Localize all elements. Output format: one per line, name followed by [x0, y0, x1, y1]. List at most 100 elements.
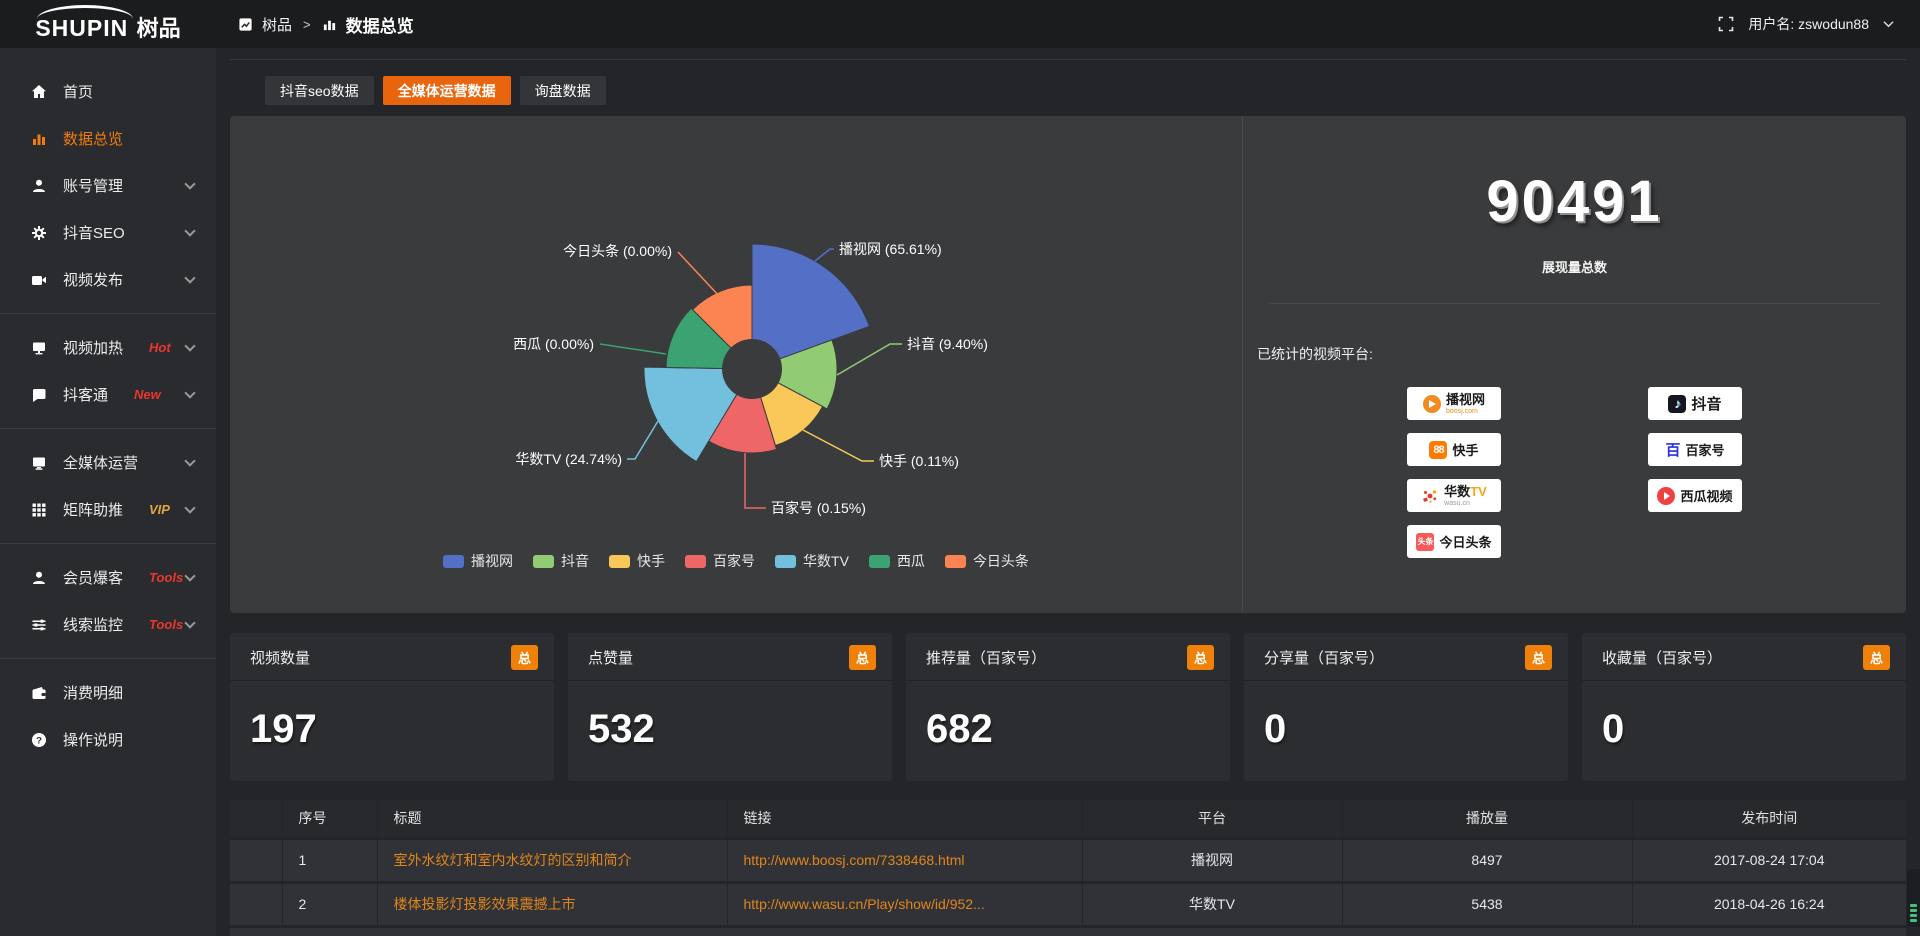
row-plays: 5438	[1342, 882, 1632, 926]
sidebar-item-label: 操作说明	[63, 729, 123, 750]
platform-badges: 播视网boosj.com 88 快手 华数TVwasu.cn 头条 今日头条 ♪	[1243, 387, 1906, 587]
breadcrumb-chart-icon	[322, 17, 337, 32]
question-circle-icon: ?	[30, 732, 47, 748]
platform-badge-xigua[interactable]: 西瓜视频	[1648, 479, 1742, 512]
breadcrumb-root[interactable]: 树品	[262, 14, 292, 35]
legend-item[interactable]: 华数TV	[775, 551, 849, 571]
stat-card-value: 0	[1582, 681, 1906, 752]
monitor-icon	[30, 340, 47, 356]
chevron-down-icon	[184, 617, 195, 628]
row-title-link[interactable]: 室外水纹灯和室内水纹灯的区别和简介	[377, 838, 727, 882]
home-icon	[30, 84, 47, 100]
total-badge[interactable]: 总	[1525, 645, 1552, 670]
user-menu-chevron-down-icon[interactable]	[1883, 20, 1894, 28]
row-platform: 华数TV	[1082, 882, 1342, 926]
tab-douyin-seo-data[interactable]: 抖音seo数据	[265, 76, 374, 105]
sidebar-item-label: 抖音SEO	[63, 222, 125, 243]
fullscreen-icon[interactable]	[1718, 16, 1734, 32]
sidebar-item-matrix-boost[interactable]: 矩阵助推 VIP	[0, 486, 216, 533]
grid-icon	[30, 502, 47, 518]
videos-table: 序号 标题 链接 平台 播放量 发布时间 1 室外水纹灯和室内水纹灯的区别和简介…	[230, 800, 1906, 936]
tools-badge: Tools	[149, 617, 183, 632]
sidebar-item-omnimedia-operation[interactable]: 全媒体运营	[0, 439, 216, 486]
breadcrumb-separator: >	[303, 17, 311, 32]
platform-badge-boshiwang[interactable]: 播视网boosj.com	[1407, 387, 1501, 420]
row-url-link[interactable]: http://www.wasu.cn/Play/show/id/952...	[727, 882, 1082, 926]
bar-chart-icon	[30, 131, 47, 147]
row-title-link[interactable]: 楼体投影灯投影效果震撼上市	[377, 882, 727, 926]
legend-swatch	[685, 555, 706, 568]
stat-card-value: 532	[568, 681, 892, 752]
total-badge[interactable]: 总	[849, 645, 876, 670]
tab-inquiry-data[interactable]: 询盘数据	[520, 76, 606, 105]
column-header-link: 链接	[727, 800, 1082, 838]
username-label[interactable]: 用户名: zswodun88	[1748, 14, 1869, 34]
sidebar-item-video-publish[interactable]: 视频发布	[0, 256, 216, 303]
stat-card-likes: 点赞量总 532	[568, 633, 892, 781]
pie-label: 播视网 (65.61%)	[839, 241, 942, 257]
platform-badge-huashutv[interactable]: 华数TVwasu.cn	[1407, 479, 1501, 512]
data-tabs: 抖音seo数据 全媒体运营数据 询盘数据	[265, 76, 1920, 105]
platform-badge-baijiahao[interactable]: 百 百家号	[1648, 433, 1742, 466]
sidebar-divider	[0, 543, 216, 544]
sidebar-item-account-management[interactable]: 账号管理	[0, 162, 216, 209]
pie-wedges	[644, 244, 870, 462]
sidebar-item-member-burst[interactable]: 会员爆客 Tools	[0, 554, 216, 601]
platform-badge-toutiao[interactable]: 头条 今日头条	[1407, 525, 1501, 558]
breadcrumb-current[interactable]: 数据总览	[346, 12, 414, 37]
row-url-link[interactable]: http://www.boosj.com/7338468.html	[727, 838, 1082, 882]
svg-text:?: ?	[36, 735, 42, 746]
main-content: 抖音seo数据 全媒体运营数据 询盘数据	[216, 0, 1920, 936]
chevron-down-icon	[184, 225, 195, 236]
sidebar-item-consumption-details[interactable]: 消费明细	[0, 669, 216, 716]
exposure-summary: 90491 展现量总数 已统计的视频平台: 播视网boosj.com 88 快手…	[1242, 116, 1906, 613]
row-published: 2017-08-24 17:04	[1632, 838, 1906, 882]
legend-item[interactable]: 今日头条	[945, 551, 1029, 571]
legend-item[interactable]: 百家号	[685, 551, 755, 571]
stat-card-value: 0	[1244, 681, 1568, 752]
column-header-title: 标题	[377, 800, 727, 838]
sidebar-divider	[0, 658, 216, 659]
platform-badge-kuaishou[interactable]: 88 快手	[1407, 433, 1501, 466]
douyin-logo-icon: ♪	[1668, 395, 1686, 413]
sidebar-item-label: 矩阵助推	[63, 499, 123, 520]
wallet-icon	[30, 685, 47, 701]
platform-badge-douyin[interactable]: ♪ 抖音	[1648, 387, 1742, 420]
chevron-down-icon	[184, 502, 195, 513]
total-badge[interactable]: 总	[1187, 645, 1214, 670]
tab-omnimedia-operation-data[interactable]: 全媒体运营数据	[383, 76, 511, 105]
app-logo[interactable]: SHUPIN 树品	[0, 5, 216, 43]
breadcrumb: 树品 > 数据总览	[238, 12, 414, 37]
chevron-down-icon	[184, 272, 195, 283]
legend-item[interactable]: 快手	[609, 551, 665, 571]
sidebar-item-douyin-seo[interactable]: 抖音SEO	[0, 209, 216, 256]
pie-label: 抖音 (9.40%)	[907, 336, 988, 352]
vip-badge: VIP	[149, 502, 170, 517]
table-header-row: 序号 标题 链接 平台 播放量 发布时间	[230, 800, 1906, 838]
stat-card-label: 收藏量（百家号）	[1602, 647, 1722, 668]
total-exposure-label: 展现量总数	[1243, 257, 1906, 276]
sidebar-item-instructions[interactable]: ? 操作说明	[0, 716, 216, 763]
corner-widget[interactable]	[1907, 869, 1920, 927]
sidebar-item-data-overview[interactable]: 数据总览	[0, 115, 216, 162]
total-badge[interactable]: 总	[1863, 645, 1890, 670]
summary-divider	[1269, 303, 1880, 304]
new-badge: New	[134, 387, 161, 402]
legend-item[interactable]: 西瓜	[869, 551, 925, 571]
legend-item[interactable]: 抖音	[533, 551, 589, 571]
sidebar-item-doukertong[interactable]: 抖客通 New	[0, 371, 216, 418]
sidebar-item-label: 视频发布	[63, 269, 123, 290]
total-badge[interactable]: 总	[511, 645, 538, 670]
sidebar-item-clue-monitoring[interactable]: 线索监控 Tools	[0, 601, 216, 648]
column-header-plays: 播放量	[1342, 800, 1632, 838]
sidebar-item-home[interactable]: 首页	[0, 68, 216, 115]
table-row: 2 楼体投影灯投影效果震撼上市 http://www.wasu.cn/Play/…	[230, 882, 1906, 926]
column-header-published: 发布时间	[1632, 800, 1906, 838]
sidebar-item-label: 数据总览	[63, 128, 123, 149]
sidebar-divider	[0, 313, 216, 314]
sidebar-item-video-heating[interactable]: 视频加热 Hot	[0, 324, 216, 371]
legend-item[interactable]: 播视网	[443, 551, 513, 571]
row-platform: 播视网	[1082, 838, 1342, 882]
rose-pie-chart: 播视网 (65.61%) 抖音 (9.40%) 快手 (0.11%) 百家号 (…	[230, 116, 1242, 613]
breadcrumb-root-icon	[238, 17, 253, 32]
